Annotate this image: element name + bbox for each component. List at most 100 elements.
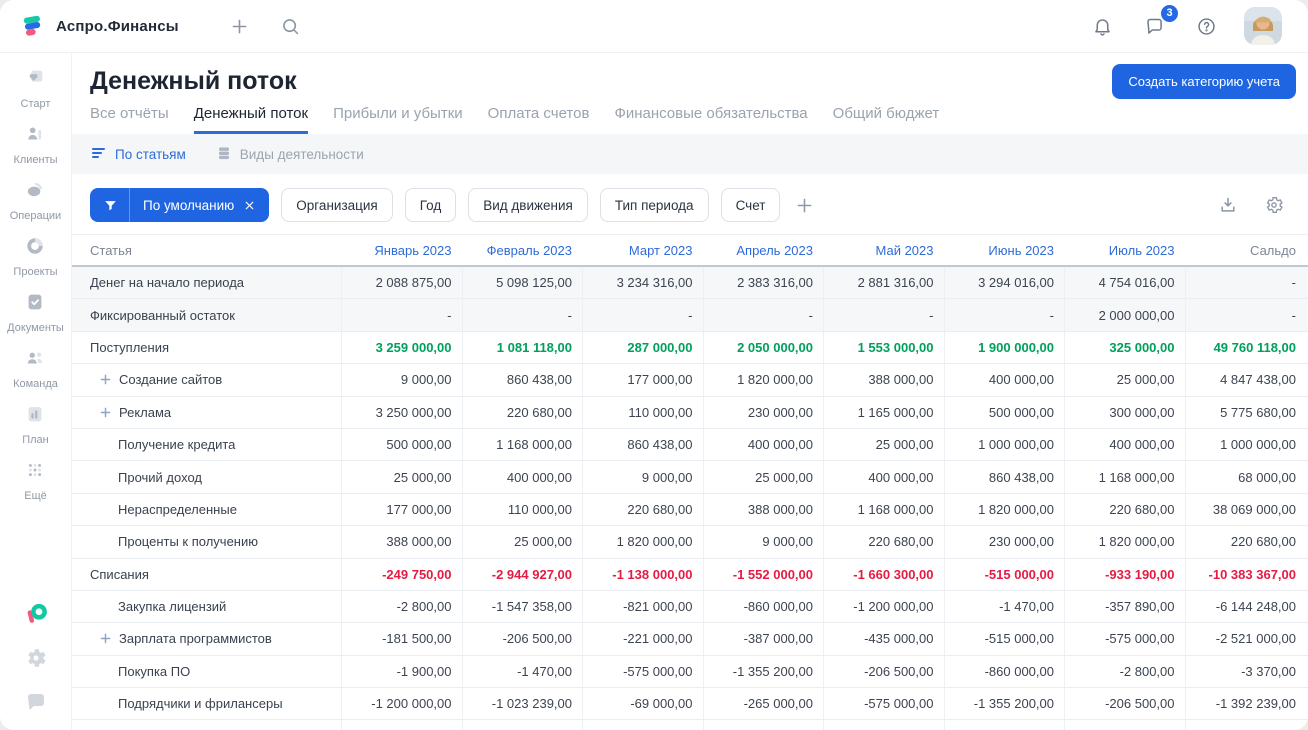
column-header-month[interactable]: Июнь 2023 (944, 243, 1065, 258)
add-filter-button[interactable] (794, 195, 815, 216)
cell-value: - (1184, 267, 1308, 299)
table-row[interactable]: Реклама 3 250 000,00 220 680,00 110 000,00 2… (72, 396, 1308, 429)
sidebar-item-документы[interactable]: Документы (7, 291, 64, 334)
tab-финансовые-обязательства[interactable]: Финансовые обязательства (614, 105, 807, 134)
table-row[interactable]: Проценты к получению 388 000,00 25 000,00 1… (72, 526, 1308, 559)
sidebar: Старт Клиенты Операции Проекты Документы Кома… (0, 53, 72, 730)
tab-все-отчёты[interactable]: Все отчёты (90, 105, 169, 134)
cell-value: 1 000 000,00 (943, 428, 1065, 461)
main-content: Денежный поток Создать категорию учета В… (72, 53, 1308, 730)
aspro-brand-button[interactable] (24, 602, 48, 626)
table-row[interactable]: Зарплата программистов-2 800,00-1 547 35… (72, 720, 1308, 730)
cell-value: -1 200 000,00 (341, 688, 462, 720)
app-logo[interactable]: Аспро.Финансы (20, 13, 179, 39)
cell-value: 400 000,00 (823, 461, 944, 493)
table-row[interactable]: Поступления 3 259 000,00 1 081 118,00 287 0… (72, 331, 1308, 365)
table-row[interactable]: Закупка лицензий -2 800,00 -1 547 358,00 -8… (72, 590, 1308, 624)
table-row[interactable]: Подрядчики и фрилансеры -1 200 000,00 -1 0… (72, 688, 1308, 721)
stack-icon (216, 145, 232, 164)
sidebar-item-клиенты[interactable]: Клиенты (7, 123, 64, 166)
cell-value: 325 000,00 (1064, 331, 1185, 364)
sidebar-item-старт[interactable]: Старт (7, 67, 64, 110)
table-row[interactable]: Зарплата программистов -181 500,00 -206 50… (72, 623, 1308, 656)
table-settings-button[interactable] (1262, 193, 1286, 217)
sidebar-item-операции[interactable]: Операции (7, 179, 64, 222)
search-button[interactable] (276, 12, 305, 41)
table-row[interactable]: Списания -249 750,00 -2 944 927,00 -1 138 0… (72, 558, 1308, 591)
tab-денежный-поток[interactable]: Денежный поток (193, 105, 309, 134)
filter-chip-организация[interactable]: Организация (281, 188, 393, 222)
sidebar-item-label: План (22, 434, 49, 446)
table-row[interactable]: Создание сайтов 9 000,00 860 438,00 177 000… (72, 364, 1308, 397)
sidebar-settings-button[interactable] (24, 646, 48, 670)
table-row[interactable]: Покупка ПО -1 900,00 -1 470,00 -575 000,00-… (72, 655, 1308, 689)
column-header-month[interactable]: Март 2023 (582, 243, 703, 258)
column-header-month[interactable]: Июль 2023 (1064, 243, 1185, 258)
cell-value: 3 250 000,00 (341, 396, 462, 428)
cell-value: 388 000,00 (341, 526, 462, 558)
cell-value: -1 355 200,00 (943, 688, 1065, 720)
cell-value: 2 000 000,00 (1064, 299, 1185, 331)
help-button[interactable] (1192, 12, 1221, 41)
cell-value: -1 138 000,00 (582, 558, 703, 590)
subtab-виды-деятельности[interactable]: Виды деятельности (216, 145, 364, 164)
expand-plus-icon[interactable] (100, 407, 111, 418)
cell-value: 68 000,00 (1184, 461, 1308, 493)
filter-chip-тип-периода[interactable]: Тип периода (599, 188, 709, 222)
cell-value: -1 470,00 (943, 720, 1065, 730)
cell-value: -1 200 000,00 (823, 720, 944, 730)
cell-value: -1 200 000,00 (823, 590, 944, 623)
table-row[interactable]: Получение кредита 500 000,00 1 168 000,00 8… (72, 428, 1308, 462)
create-category-button[interactable]: Создать категорию учета (1112, 64, 1296, 99)
bell-icon (1095, 18, 1110, 36)
filter-chip-год[interactable]: Год (404, 188, 457, 222)
cell-value: 1 900 000,00 (943, 331, 1065, 364)
table-row[interactable]: Прочий доход 25 000,00 400 000,00 9 000,00 2… (72, 461, 1308, 494)
tab-прибыли-и-убытки[interactable]: Прибыли и убытки (333, 105, 463, 134)
cell-value: - (1184, 299, 1308, 331)
cell-value: -821 000,00 (582, 590, 703, 623)
cell-value: 5 775 680,00 (1184, 396, 1308, 428)
cell-value: 25 000,00 (1064, 364, 1185, 396)
clear-filter-icon[interactable] (241, 199, 269, 212)
cell-value: -2 944 927,00 (461, 558, 583, 590)
cell-value: 4 754 016,00 (1064, 267, 1185, 299)
aspro-brand-icon (27, 603, 47, 623)
row-label-cell: Прочий доход (72, 470, 341, 485)
app-logo-icon (23, 15, 41, 36)
table-row[interactable]: Фиксированный остаток - - - - - -2 000 000,00- (72, 299, 1308, 332)
add-button[interactable] (225, 12, 254, 41)
cell-value: 9 000,00 (341, 364, 462, 396)
sidebar-chat-button[interactable] (24, 690, 48, 714)
sidebar-item-план[interactable]: План (7, 403, 64, 446)
export-button[interactable] (1216, 193, 1240, 217)
cell-value: -206 500,00 (1064, 688, 1185, 720)
sidebar-item-ещё[interactable]: Ещё (7, 459, 64, 502)
tab-оплата-счетов[interactable]: Оплата счетов (488, 105, 590, 134)
tab-общий-бюджет[interactable]: Общий бюджет (833, 105, 940, 134)
row-label-cell: Создание сайтов (72, 372, 341, 387)
cell-value: -6 144 248,00 (1184, 590, 1308, 623)
notifications-button[interactable] (1088, 12, 1117, 41)
active-filter-chip[interactable]: По умолчанию (90, 188, 270, 222)
filter-chip-вид-движения[interactable]: Вид движения (468, 188, 588, 222)
subtab-по-статьям[interactable]: По статьям (91, 145, 186, 164)
user-avatar[interactable] (1244, 7, 1282, 45)
sidebar-item-проекты[interactable]: Проекты (7, 235, 64, 278)
operations-icon (24, 179, 46, 206)
expand-plus-icon[interactable] (100, 633, 111, 644)
cell-value: -181 500,00 (341, 623, 462, 655)
expand-plus-icon[interactable] (100, 374, 111, 385)
column-header-month[interactable]: Май 2023 (823, 243, 944, 258)
filter-chip-счет[interactable]: Счет (720, 188, 781, 222)
column-header-month[interactable]: Январь 2023 (341, 243, 462, 258)
table-row[interactable]: Нераспределенные 177 000,00 110 000,00 220 … (72, 493, 1308, 527)
cell-value: - (702, 299, 824, 331)
sidebar-item-команда[interactable]: Команда (7, 347, 64, 390)
column-header-month[interactable]: Февраль 2023 (462, 243, 583, 258)
column-header-month[interactable]: Апрель 2023 (703, 243, 824, 258)
cell-value: 220 680,00 (1184, 526, 1308, 558)
cell-value: 2 383 316,00 (702, 267, 824, 299)
cell-value: -435 000,00 (823, 623, 944, 655)
table-row[interactable]: Денег на начало периода 2 088 875,00 5 098… (72, 267, 1308, 300)
